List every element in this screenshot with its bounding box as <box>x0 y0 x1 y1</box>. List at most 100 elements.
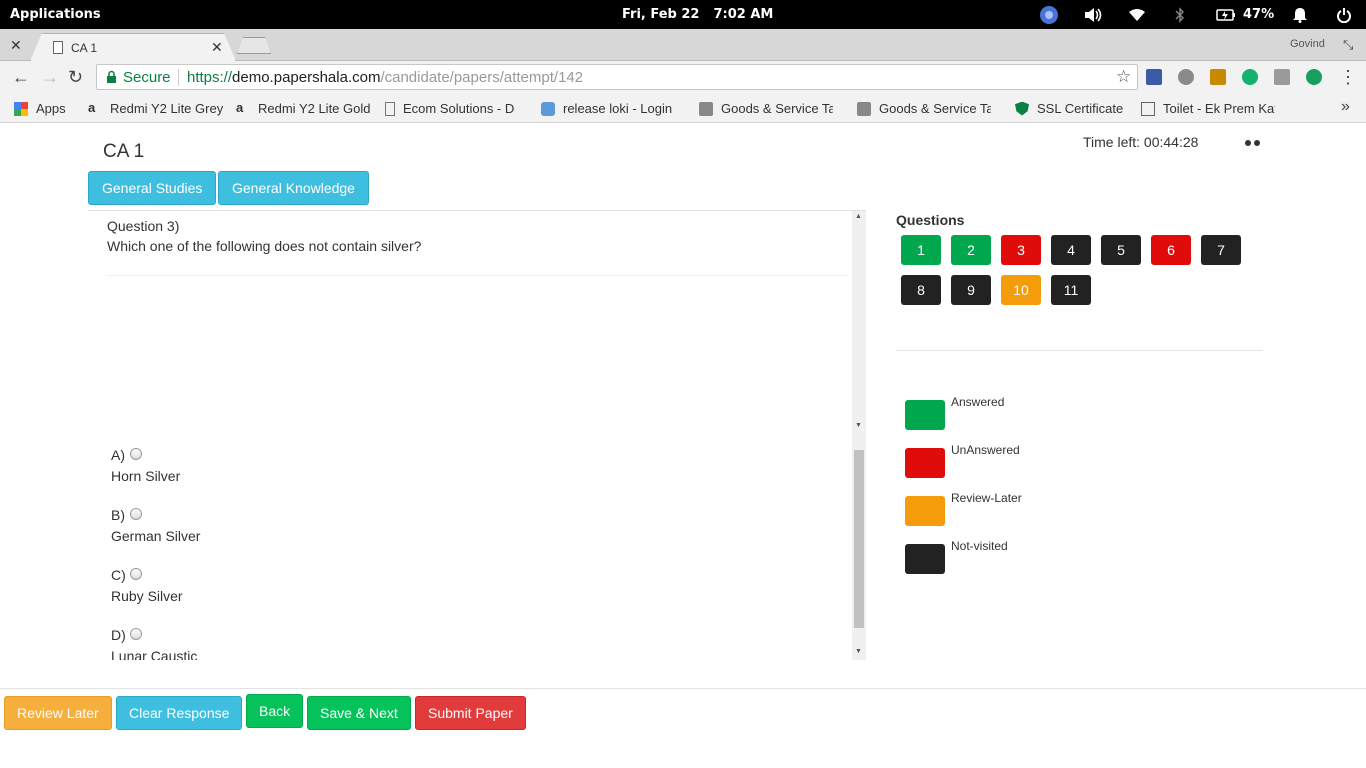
question-number: Question 3) <box>107 218 180 234</box>
legend-swatch <box>905 448 945 478</box>
questions-heading: Questions <box>896 212 965 228</box>
bookmark-release-loki[interactable]: release loki - Login s <box>541 101 675 116</box>
bookmark-ecom[interactable]: Ecom Solutions - De <box>385 101 515 116</box>
emblem-icon <box>857 101 871 116</box>
reload-icon[interactable]: ↻ <box>68 67 83 87</box>
browser-menu-icon[interactable]: ⋮ <box>1339 67 1357 87</box>
option-c-text[interactable]: Ruby Silver <box>111 588 183 604</box>
scroll-up-icon[interactable]: ▲ <box>855 213 862 220</box>
scrollbar-thumb[interactable] <box>854 450 864 628</box>
section-general-knowledge-button[interactable]: General Knowledge <box>218 171 369 205</box>
bookmark-redmi-gold[interactable]: a Redmi Y2 Lite Gold <box>236 99 371 117</box>
wifi-icon[interactable] <box>1126 4 1148 25</box>
forward-arrow-icon[interactable]: → <box>41 67 59 87</box>
option-a-letter: A) <box>111 447 125 463</box>
question-palette-button-11[interactable]: 11 <box>1051 275 1091 305</box>
legend-label: Review-Later <box>951 491 1022 505</box>
legend-divider <box>896 350 1263 351</box>
option-b-text[interactable]: German Silver <box>111 528 200 544</box>
grammarly-icon[interactable] <box>1242 69 1258 85</box>
question-palette-button-2[interactable]: 2 <box>951 235 991 265</box>
option-d-letter: D) <box>111 627 126 643</box>
option-c-letter: C) <box>111 567 126 583</box>
notification-bell-icon[interactable] <box>1290 4 1310 25</box>
shield-icon <box>1015 101 1029 116</box>
question-palette-button-8[interactable]: 8 <box>901 275 941 305</box>
option-d-text[interactable]: Lunar Caustic <box>111 648 197 660</box>
legend-swatch <box>905 400 945 430</box>
question-palette-button-5[interactable]: 5 <box>1101 235 1141 265</box>
save-next-button[interactable]: Save & Next <box>307 696 411 730</box>
bookmark-toilet[interactable]: Toilet - Ek Prem Kath <box>1141 101 1275 116</box>
review-later-button[interactable]: Review Later <box>4 696 112 730</box>
extension-hammer-icon[interactable] <box>1210 69 1226 85</box>
system-clock[interactable]: Fri, Feb 22 7:02 AM <box>622 7 787 22</box>
page-icon <box>385 101 395 116</box>
bookmarks-bar: Apps a Redmi Y2 Lite Grey a Redmi Y2 Lite … <box>0 93 1366 123</box>
tab-close-icon[interactable]: ✕ <box>211 39 223 56</box>
battery-percent: 47% <box>1243 7 1275 22</box>
question-palette-button-6[interactable]: 6 <box>1151 235 1191 265</box>
window-restore-icon[interactable]: ⤡ <box>1343 37 1353 53</box>
option-a-radio[interactable] <box>130 448 142 460</box>
browser-tab-strip: ✕ CA 1 ✕ Govind ⤡ <box>0 29 1366 61</box>
browser-tab-active[interactable]: CA 1 ✕ <box>30 33 236 61</box>
bookmark-redmi-grey[interactable]: a Redmi Y2 Lite Grey <box>88 101 223 117</box>
legend-label: Answered <box>951 395 1005 409</box>
tab-title: CA 1 <box>71 41 98 55</box>
bookmark-gst-2[interactable]: Goods & Service Ta <box>857 101 991 116</box>
bookmarks-overflow-icon[interactable]: » <box>1341 98 1350 116</box>
bookmark-ssl[interactable]: SSL Certificate <box>1015 101 1123 116</box>
apps-grid-icon <box>14 101 28 116</box>
extension-cloud-icon[interactable] <box>1274 69 1290 85</box>
option-b-letter: B) <box>111 507 125 523</box>
url-text[interactable]: https://demo.papershala.com/candidate/pa… <box>187 69 583 86</box>
scroll-down-icon[interactable]: ▼ <box>855 422 862 429</box>
submit-paper-button[interactable]: Submit Paper <box>415 696 526 730</box>
browser-toolbar: ← → ↻ Secure https://demo.papershala.com… <box>0 61 1366 93</box>
legend-label: UnAnswered <box>951 443 1020 457</box>
system-date: Fri, Feb 22 <box>622 7 700 22</box>
legend-swatch <box>905 544 945 574</box>
time-left: Time left: 00:44:28 <box>1083 134 1199 150</box>
bookmark-apps[interactable]: Apps <box>14 101 66 116</box>
question-palette-button-9[interactable]: 9 <box>951 275 991 305</box>
chromium-indicator-icon[interactable] <box>1038 4 1060 25</box>
profile-name[interactable]: Govind <box>1290 38 1325 50</box>
option-b-radio[interactable] <box>130 508 142 520</box>
section-general-studies-button[interactable]: General Studies <box>88 171 217 205</box>
window-close-icon[interactable]: ✕ <box>10 37 22 54</box>
eos-icon <box>541 101 555 116</box>
question-palette-button-3[interactable]: 3 <box>1001 235 1041 265</box>
question-palette-button-7[interactable]: 7 <box>1201 235 1241 265</box>
option-c-radio[interactable] <box>130 568 142 580</box>
exam-page: CA 1 Time left: 00:44:28 General Studies… <box>0 124 1366 768</box>
bluetooth-icon[interactable] <box>1172 4 1188 25</box>
question-palette-button-1[interactable]: 1 <box>901 235 941 265</box>
extension-a-icon[interactable] <box>1146 69 1162 85</box>
question-palette-button-10[interactable]: 10 <box>1001 275 1041 305</box>
question-scrollbar[interactable]: ▲ ▼ ▼ <box>852 211 866 660</box>
bookmark-star-icon[interactable]: ☆ <box>1116 67 1131 87</box>
question-palette-button-4[interactable]: 4 <box>1051 235 1091 265</box>
option-d-radio[interactable] <box>130 628 142 640</box>
volume-icon[interactable] <box>1082 4 1104 25</box>
amazon-icon: a <box>236 99 244 115</box>
applications-menu[interactable]: Applications <box>10 7 101 22</box>
back-arrow-icon[interactable]: ← <box>12 67 30 87</box>
extension-bolt-icon[interactable] <box>1178 69 1194 85</box>
clear-response-button[interactable]: Clear Response <box>116 696 243 730</box>
question-divider <box>107 275 847 276</box>
address-bar[interactable]: Secure https://demo.papershala.com/candi… <box>96 64 1138 90</box>
emblem-icon <box>699 101 713 116</box>
back-button[interactable]: Back <box>246 694 304 728</box>
film-icon <box>1141 101 1155 116</box>
power-icon[interactable] <box>1334 4 1354 25</box>
bookmark-gst-1[interactable]: Goods & Service Ta <box>699 101 833 116</box>
new-tab-button[interactable] <box>237 37 271 54</box>
option-a-text[interactable]: Horn Silver <box>111 468 180 484</box>
legend-swatch <box>905 496 945 526</box>
extension-cart-icon[interactable] <box>1306 69 1322 85</box>
scroll-bottom-icon[interactable]: ▼ <box>855 648 862 655</box>
battery-icon[interactable] <box>1215 4 1237 25</box>
